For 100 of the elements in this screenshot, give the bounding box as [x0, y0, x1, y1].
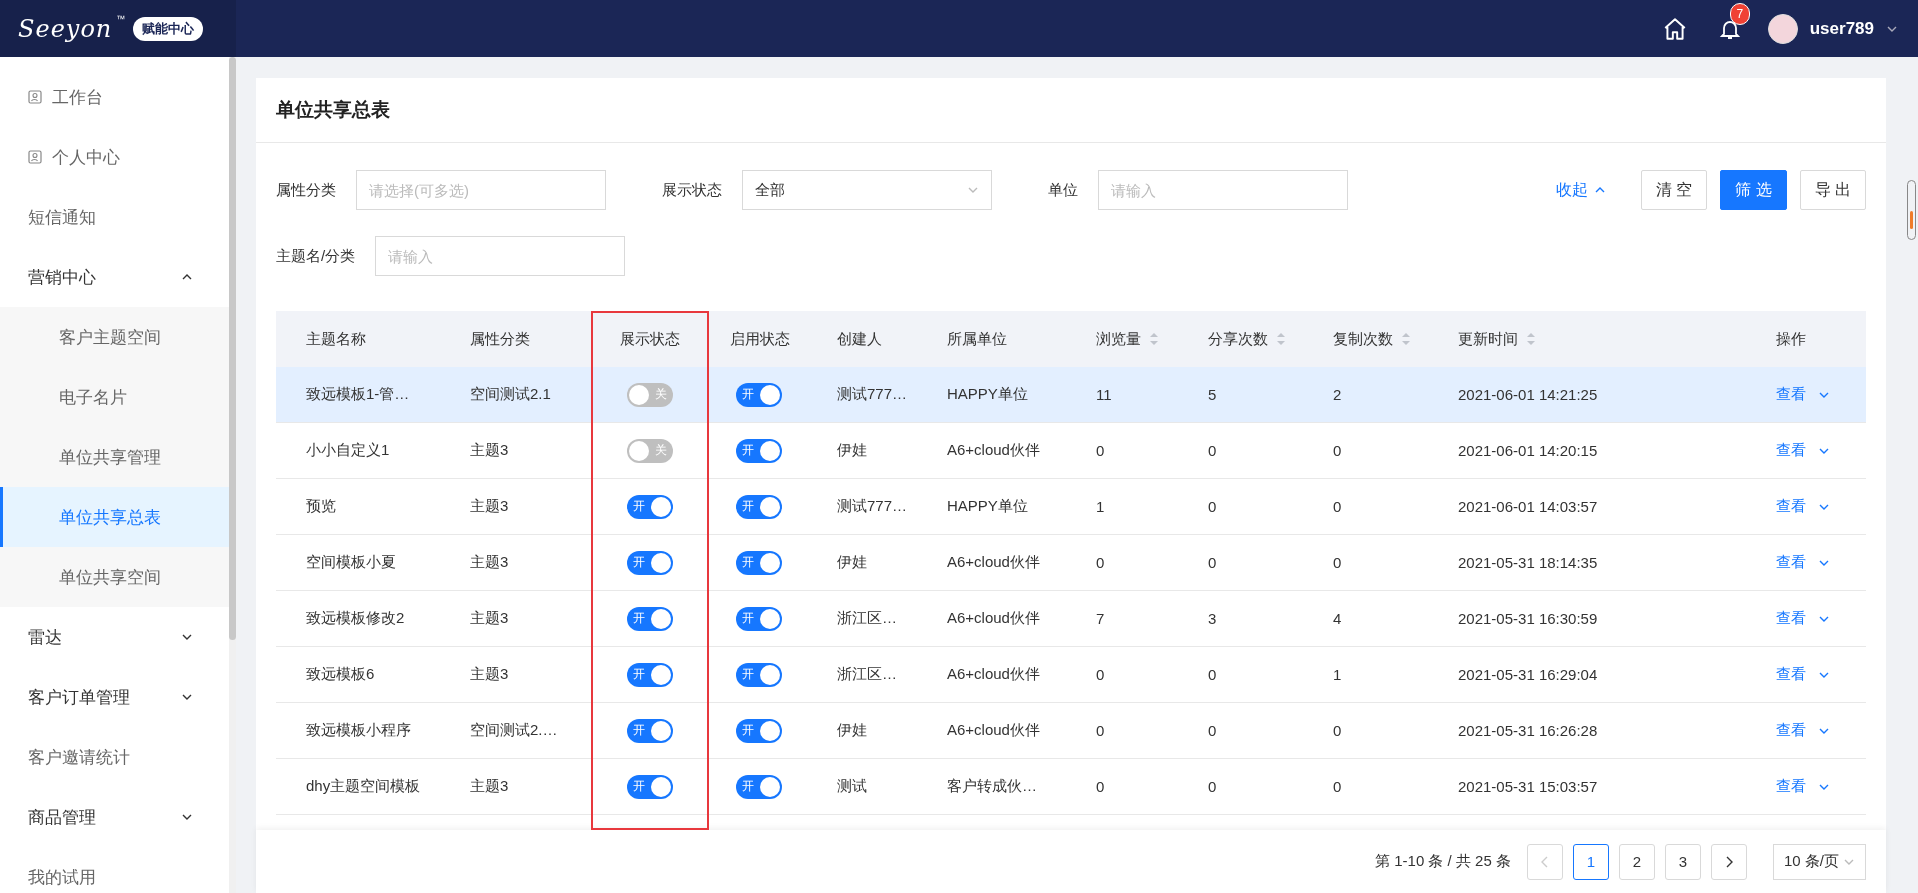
input-field[interactable]: 请选择(可多选) [356, 170, 606, 210]
table-cell: 0 [1333, 442, 1342, 459]
column-header[interactable]: 分享次数 [1208, 311, 1333, 367]
table-cell: 致远模板小程序 [306, 721, 411, 740]
table-cell: 0 [1096, 554, 1105, 571]
table-cell: 0 [1096, 666, 1105, 683]
table-cell: A6+cloud伙伴 [947, 721, 1040, 740]
table-row[interactable]: 空间模板小夏 主题3 开 开 伊娃 A6+cloud伙伴 0 0 0 2021-05-31 18:14:35 查看 [276, 535, 1866, 591]
sort-icon[interactable] [1526, 332, 1536, 346]
table-cell: 致远模板修改2 [306, 609, 405, 628]
view-link[interactable]: 查看 [1776, 665, 1806, 684]
view-link[interactable]: 查看 [1776, 721, 1806, 740]
column-header[interactable]: 复制次数 [1333, 311, 1458, 367]
next-page-button[interactable] [1710, 843, 1747, 880]
filter-button[interactable]: 导 出 [1799, 170, 1866, 210]
table-cell: HAPPY单位 [947, 497, 1028, 516]
table-row[interactable]: 致远模板小程序 空间测试2.… 开 开 伊娃 A6+cloud伙伴 0 0 0 2021-05-31 16:26:28 查看 [276, 703, 1866, 759]
filter-button[interactable]: 清 空 [1640, 170, 1708, 210]
menu-item[interactable]: 短信通知 [0, 187, 229, 247]
menu-group[interactable]: 营销中心 [0, 247, 229, 307]
toggle-switch[interactable]: 开 [627, 606, 673, 631]
column-header[interactable]: 浏览量 [1096, 311, 1208, 367]
view-link[interactable]: 查看 [1776, 553, 1806, 572]
page-button[interactable]: 1 [1572, 843, 1609, 880]
submenu-item[interactable]: 单位共享管理 [0, 427, 229, 487]
sort-icon[interactable] [1401, 332, 1411, 346]
view-link[interactable]: 查看 [1776, 609, 1806, 628]
table-cell: 测试777… [837, 497, 908, 516]
toggle-switch[interactable]: 开 [736, 662, 782, 687]
submenu-item[interactable]: 电子名片 [0, 367, 229, 427]
collapse-link[interactable]: 收起 [1555, 179, 1606, 201]
select-field[interactable]: 全部 [742, 170, 992, 210]
submenu-item[interactable]: 单位共享空间 [0, 547, 229, 607]
input-field[interactable]: 请输入 [375, 236, 626, 276]
table-cell: 主题3 [470, 497, 509, 516]
menu-item[interactable]: 客户邀请统计 [0, 727, 229, 787]
toggle-switch[interactable]: 开 [627, 494, 673, 519]
person-card-icon [28, 150, 42, 164]
logo-text: Seeyon [18, 14, 113, 43]
toggle-switch[interactable]: 开 [627, 550, 673, 575]
table-row[interactable]: dhy主题空间模板 主题3 开 开 测试 客户转成伙… 0 0 0 2021-05-31 15:03:57 查看 [276, 759, 1866, 815]
table-cell: 致远模板1-管… [306, 385, 410, 404]
table-cell: 伊娃 [837, 441, 867, 460]
menu-group[interactable]: 客户订单管理 [0, 667, 229, 727]
menu-group[interactable]: 商品管理 [0, 787, 229, 847]
table-cell: 1 [1096, 498, 1105, 515]
column-header: 所属单位 [947, 328, 1008, 349]
menu-item[interactable]: 个人中心 [52, 145, 229, 169]
menu-item[interactable]: 我的试用 [0, 847, 229, 893]
sort-icon[interactable] [1149, 332, 1159, 346]
table-cell: 4 [1333, 610, 1342, 627]
user-name[interactable]: user789 [1809, 18, 1874, 39]
table-cell: 2021-06-01 14:20:15 [1458, 442, 1598, 459]
submenu-item[interactable]: 客户主题空间 [0, 307, 229, 367]
input-field[interactable]: 请输入 [1098, 170, 1348, 210]
table-cell: 小小自定义1 [306, 441, 390, 460]
scrollbar-thumb[interactable] [229, 57, 236, 640]
filter-button[interactable]: 筛 选 [1720, 170, 1787, 210]
table-row[interactable]: 预览 主题3 开 开 测试777… HAPPY单位 1 0 0 2021-06-01 14:03:57 查看 [276, 479, 1866, 535]
view-link[interactable]: 查看 [1776, 497, 1806, 516]
toggle-switch[interactable]: 开 [736, 438, 782, 463]
view-link[interactable]: 查看 [1776, 777, 1806, 796]
menu-group[interactable]: 雷达 [0, 607, 229, 667]
table-cell: 0 [1208, 722, 1217, 739]
table-row[interactable]: 致远模板修改2 主题3 开 开 浙江区… A6+cloud伙伴 7 3 4 2021-05-31 16:30:59 查看 [276, 591, 1866, 647]
column-header[interactable]: 更新时间 [1458, 311, 1776, 367]
page-summary: 第 1-10 条 / 共 25 条 [1375, 852, 1511, 871]
table-cell: 5 [1208, 386, 1217, 403]
table-cell: 客户转成伙… [947, 777, 1037, 796]
toggle-switch[interactable]: 开 [627, 662, 673, 687]
view-link[interactable]: 查看 [1776, 441, 1806, 460]
table-row[interactable]: 致远模板1-管… 空间测试2.1 关 开 测试777… HAPPY单位 11 5 2 2021-06-01 14:21:25 查看 [276, 367, 1866, 423]
view-link[interactable]: 查看 [1776, 385, 1806, 404]
menu-item[interactable]: 工作台 [52, 85, 229, 109]
logo-badge: 赋能中心 [133, 16, 204, 41]
chevron-left-icon [1539, 855, 1550, 868]
column-header: 启用状态 [729, 328, 791, 349]
toggle-switch[interactable]: 开 [736, 494, 782, 519]
sort-icon[interactable] [1276, 332, 1286, 346]
toggle-switch[interactable]: 开 [627, 774, 673, 799]
toggle-switch[interactable]: 开 [736, 550, 782, 575]
toggle-switch[interactable]: 开 [736, 718, 782, 743]
table-cell: 主题3 [470, 553, 509, 572]
toggle-switch[interactable]: 开 [627, 718, 673, 743]
table-cell: 预览 [306, 497, 336, 516]
page-button[interactable]: 2 [1618, 843, 1655, 880]
toggle-switch[interactable]: 开 [736, 606, 782, 631]
submenu-item[interactable]: 单位共享总表 [0, 487, 229, 547]
page-button[interactable]: 3 [1664, 843, 1701, 880]
table-cell: 主题3 [470, 441, 509, 460]
table-cell: 0 [1208, 442, 1217, 459]
table-cell: A6+cloud伙伴 [947, 609, 1040, 628]
filter-label: 单位 [1048, 180, 1078, 200]
table-cell: A6+cloud伙伴 [947, 665, 1040, 684]
toggle-switch[interactable]: 开 [736, 382, 782, 407]
table-row[interactable]: 小小自定义1 主题3 关 开 伊娃 A6+cloud伙伴 0 0 0 2021-06-01 14:20:15 查看 [276, 423, 1866, 479]
avatar[interactable] [1767, 13, 1798, 44]
page-size-select[interactable]: 10 条/页 [1772, 843, 1866, 880]
toggle-switch[interactable]: 开 [736, 774, 782, 799]
table-row[interactable]: 致远模板6 主题3 开 开 浙江区… A6+cloud伙伴 0 0 1 2021-05-31 16:29:04 查看 [276, 647, 1866, 703]
